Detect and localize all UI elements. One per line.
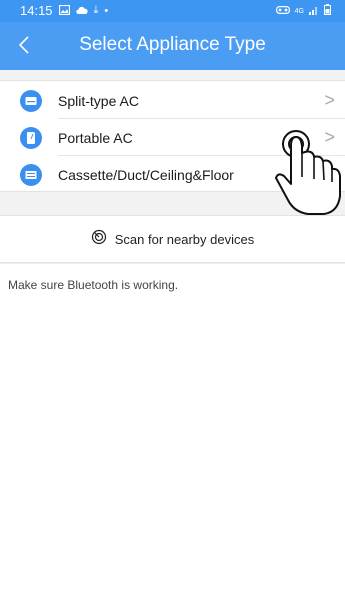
phone-screen: 14:15 ⤓ • 4G Select Appliance Type Split…	[0, 0, 345, 610]
scan-label: Scan for nearby devices	[114, 231, 255, 247]
radar-icon	[91, 229, 107, 250]
hint-area: Make sure Bluetooth is working.	[0, 263, 345, 610]
appliance-item-portable-ac[interactable]: Portable AC >	[0, 119, 345, 156]
status-dot: •	[104, 4, 109, 17]
cloud-icon	[75, 3, 88, 18]
chevron-right-icon: >	[324, 90, 335, 110]
page-title: Select Appliance Type	[79, 34, 266, 55]
scan-nearby-button[interactable]: Scan for nearby devices	[0, 215, 345, 263]
network-label: 4G	[294, 7, 304, 15]
appliance-item-cassette-duct[interactable]: Cassette/Duct/Ceiling&Floor >	[0, 156, 345, 193]
chevron-right-icon: >	[324, 127, 335, 147]
scan-inner: Scan for nearby devices	[91, 229, 254, 250]
appliance-label: Portable AC	[58, 129, 133, 146]
bluetooth-hint: Make sure Bluetooth is working.	[8, 278, 179, 292]
battery-icon	[324, 4, 331, 18]
status-bar: 14:15 ⤓ • 4G	[0, 0, 345, 22]
back-icon	[18, 31, 30, 62]
status-right: 4G	[275, 4, 331, 18]
gallery-icon	[58, 3, 70, 18]
appliance-item-split-type-ac[interactable]: Split-type AC >	[0, 82, 345, 119]
download-icon: ⤓	[93, 4, 99, 16]
chevron-right-icon: >	[324, 164, 335, 184]
signal-icon	[309, 5, 319, 18]
status-left: 14:15 ⤓ •	[20, 3, 108, 18]
vr-icon	[275, 5, 290, 17]
app-header: Select Appliance Type	[0, 22, 345, 70]
cassette-ac-icon	[20, 163, 42, 186]
back-button[interactable]	[12, 31, 36, 61]
appliance-label: Cassette/Duct/Ceiling&Floor	[58, 166, 234, 183]
appliance-type-list: Split-type AC > Portable AC > Cassette/D…	[0, 80, 345, 192]
status-time: 14:15	[20, 3, 53, 18]
split-ac-icon	[20, 89, 42, 112]
appliance-label: Split-type AC	[58, 92, 139, 109]
portable-ac-icon	[20, 126, 42, 149]
